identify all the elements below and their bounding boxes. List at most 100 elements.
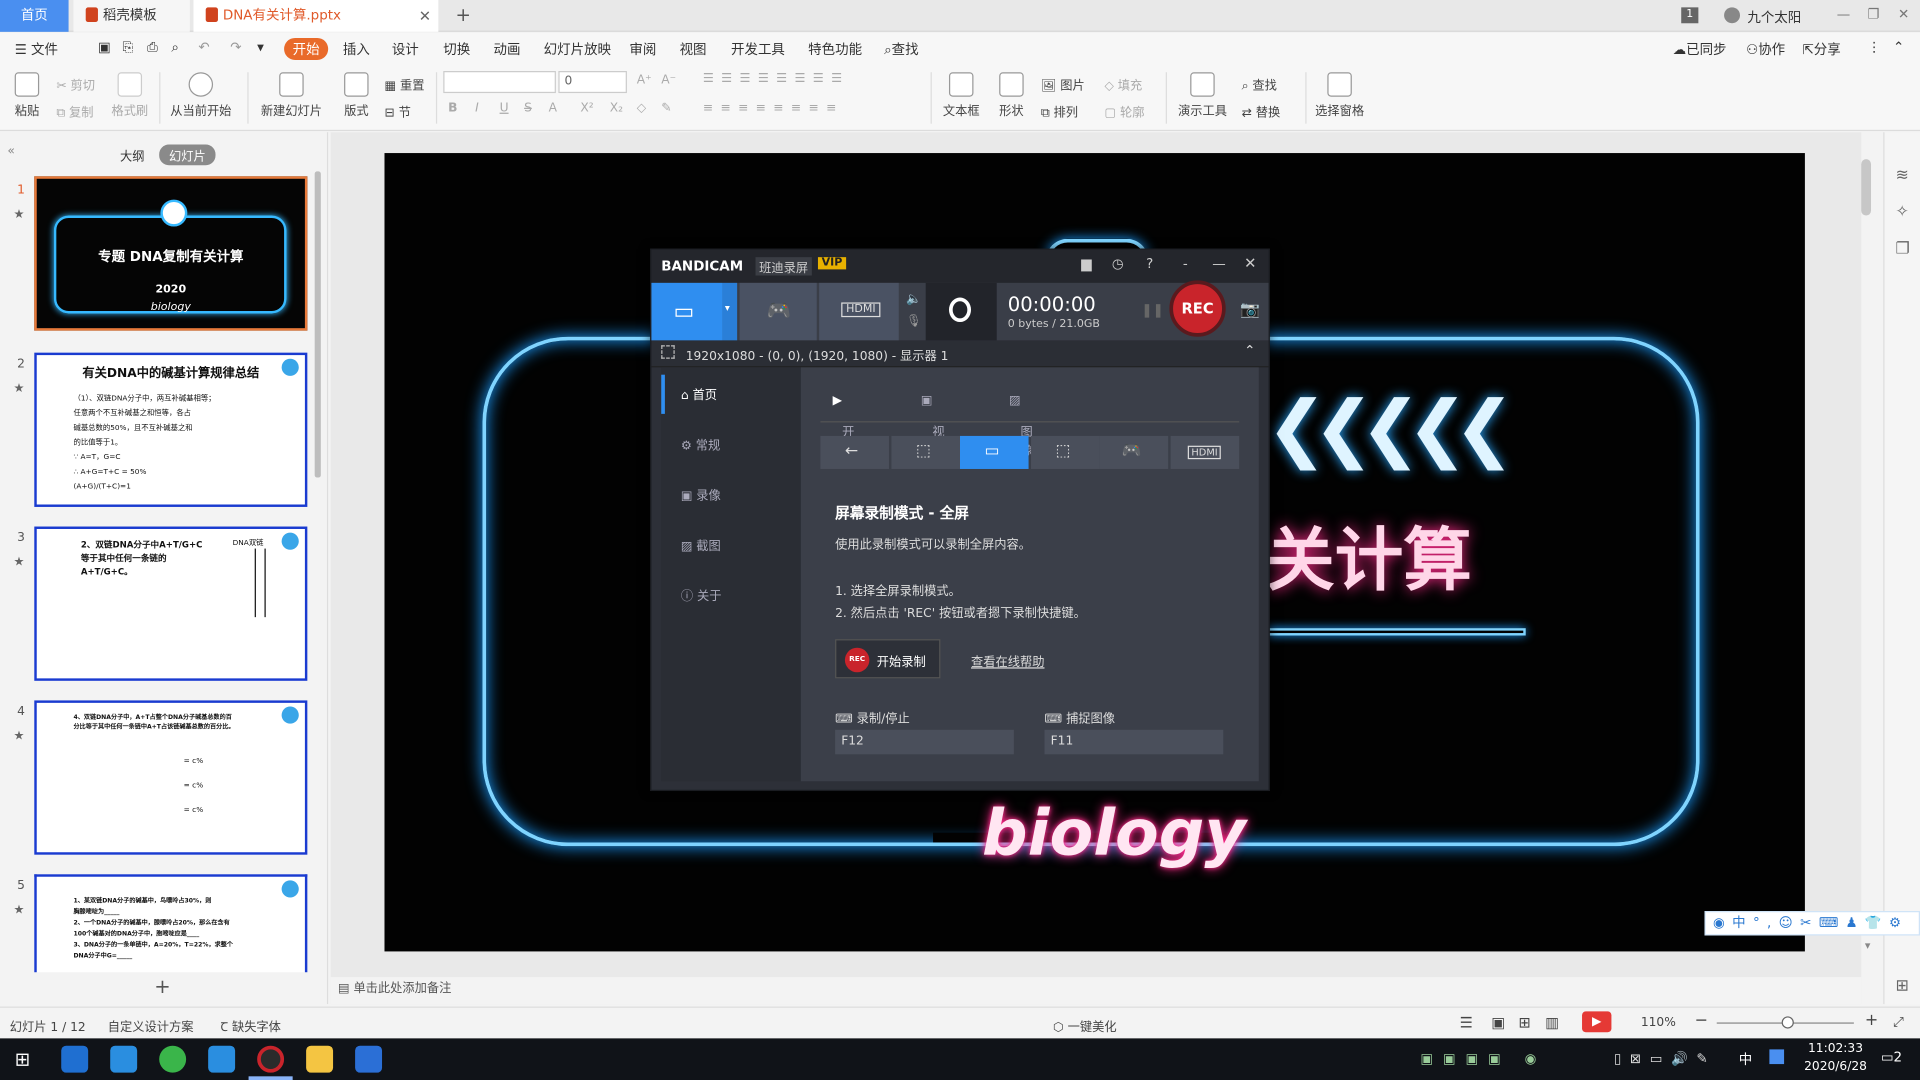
menu-review[interactable]: 审阅 xyxy=(629,39,656,59)
collab-button[interactable]: ⚇协作 xyxy=(1746,39,1785,59)
from-current-button[interactable]: 从当前开始 xyxy=(167,72,236,119)
menu-dash-icon[interactable]: - xyxy=(1183,256,1188,272)
slide-thumbnail-5[interactable]: 1、某双链DNA分子的碱基中，鸟嘌呤占30%，则 胸腺嘧啶为_____ 2、一个… xyxy=(34,874,308,973)
menu-home[interactable]: 开始 xyxy=(284,37,329,60)
redo-icon[interactable]: ↷ xyxy=(230,39,241,55)
rect-area-mode-button[interactable]: ⬚ xyxy=(891,435,960,469)
help-icon[interactable]: ? xyxy=(1146,256,1153,272)
collapse-ribbon-icon[interactable]: ⌃ xyxy=(1893,39,1904,55)
window-count-badge[interactable]: 1 xyxy=(1681,7,1699,24)
slide-thumbnail-4[interactable]: 4、双链DNA分子中，A+T占整个DNA分子碱基总数的百 分比等于其中任何一条链… xyxy=(34,700,308,855)
play-slideshow-button[interactable]: ▶ xyxy=(1582,1011,1612,1033)
picture-button[interactable]: 🖼 图片 xyxy=(1041,75,1085,93)
zoom-in-icon[interactable]: + xyxy=(1865,1011,1878,1029)
speaker-icon[interactable]: 🔈 xyxy=(906,293,921,306)
italic-icon[interactable]: I xyxy=(475,102,479,115)
camera-icon[interactable]: 📷 xyxy=(1240,301,1260,319)
add-slide-button[interactable]: + xyxy=(154,975,170,998)
customize-qat-icon[interactable]: ▾ xyxy=(257,39,264,55)
zoom-level[interactable]: 110% xyxy=(1641,1016,1676,1029)
bandicam-taskbar-icon[interactable] xyxy=(257,1045,285,1073)
beautify-button[interactable]: ⬡ 一键美化 xyxy=(1053,1016,1117,1034)
close-window-icon[interactable]: ✕ xyxy=(1898,6,1909,22)
arrange-button[interactable]: ⧉ 排列 xyxy=(1041,102,1078,120)
browser-icon[interactable] xyxy=(159,1045,187,1073)
fullscreen-mode-button[interactable]: ▭ xyxy=(960,435,1029,469)
paragraph-list-icons[interactable]: ☰☰☰☰☰☰☰☰ xyxy=(703,72,850,85)
tab-docer-templates[interactable]: 稻壳模板 xyxy=(73,0,190,32)
ime-mode-icon[interactable] xyxy=(1769,1049,1785,1065)
clock-date[interactable]: 2020/6/28 xyxy=(1799,1060,1872,1073)
properties-icon[interactable]: ≋ xyxy=(1896,167,1909,185)
superscript-icon[interactable]: X² xyxy=(580,102,593,115)
menu-view[interactable]: 视图 xyxy=(680,39,707,59)
pane-scrollbar[interactable] xyxy=(314,171,321,478)
edge-icon[interactable] xyxy=(61,1045,89,1073)
font-size-field[interactable]: 0 xyxy=(558,71,627,94)
menu-insert[interactable]: 插入 xyxy=(343,39,370,59)
reset-button[interactable]: ▦ 重置 xyxy=(384,75,424,93)
start-recording-button[interactable]: REC 开始录制 xyxy=(835,639,941,679)
layers-icon[interactable]: ❐ xyxy=(1896,240,1910,258)
zoom-out-icon[interactable]: − xyxy=(1695,1011,1708,1029)
sorter-view-icon[interactable]: ⊞ xyxy=(1518,1014,1530,1031)
pause-icon[interactable]: ❚❚ xyxy=(1141,302,1164,318)
ie-icon-2[interactable] xyxy=(208,1045,236,1073)
new-tab-button[interactable]: + xyxy=(456,4,471,26)
slide-thumbnail-3[interactable]: 2、双链DNA分子中A+T/G+C 等于其中任何一条链的 A+T/G+C。 DN… xyxy=(34,526,308,681)
outline-button[interactable]: ▢ 轮廓 xyxy=(1104,102,1144,120)
menu-special[interactable]: 特色功能 xyxy=(808,39,862,59)
clock-time[interactable]: 11:02:33 xyxy=(1805,1042,1866,1055)
cut-button[interactable]: ✂ 剪切 xyxy=(56,75,95,93)
shrink-font-icon[interactable]: A⁻ xyxy=(661,73,676,86)
menu-design[interactable]: 设计 xyxy=(392,39,419,59)
menu-slideshow[interactable]: 幻灯片放映 xyxy=(544,39,611,59)
slide-thumbnail-2[interactable]: 有关DNA中的碱基计算规律总结 （1）、双链DNA分子中，两互补碱基相等； 任意… xyxy=(34,352,308,507)
bandicam-titlebar[interactable]: BANDICAM 班迪录屏 VIP ▆ ◷ ? - — ✕ xyxy=(651,249,1269,283)
normal-view-icon[interactable]: ▣ xyxy=(1491,1014,1505,1031)
tab-start[interactable]: ▶ 开始 xyxy=(833,394,855,458)
scroll-down-icon[interactable]: ▾ xyxy=(1865,940,1871,952)
export-icon[interactable]: ⎘ xyxy=(122,39,133,56)
user-name[interactable]: 九个太阳 xyxy=(1747,7,1801,27)
font-name-field[interactable] xyxy=(443,71,556,94)
file-explorer-icon[interactable] xyxy=(306,1045,334,1073)
grow-font-icon[interactable]: A⁺ xyxy=(637,73,652,86)
system-tray-icons[interactable]: ▯⊠▭🔊✎ xyxy=(1614,1051,1716,1067)
mode-dropdown[interactable]: ▾ xyxy=(722,282,738,341)
subscript-icon[interactable]: X₂ xyxy=(610,102,623,115)
underline-icon[interactable]: U xyxy=(500,102,509,115)
fit-window-icon[interactable]: ⤢ xyxy=(1893,1014,1904,1031)
minimize-icon[interactable]: — xyxy=(1212,256,1225,272)
new-slide-button[interactable]: 新建幻灯片 xyxy=(255,72,328,119)
tab-image[interactable]: ▨ 图像 xyxy=(1009,394,1033,458)
windows-start-icon[interactable]: ⊞ xyxy=(15,1048,30,1070)
grid-icon[interactable]: ⊞ xyxy=(1896,977,1909,995)
sync-status[interactable]: ☁已同步 xyxy=(1673,39,1727,59)
section-button[interactable]: ⊟ 节 xyxy=(384,102,410,120)
strikethrough-icon[interactable]: S xyxy=(524,102,532,115)
hotkey-record-field[interactable]: F12 xyxy=(835,729,1014,755)
game-mode-tab[interactable]: 🎮 xyxy=(1099,435,1169,469)
tab-slides[interactable]: 幻灯片 xyxy=(159,144,216,166)
print-icon[interactable]: ⎙ xyxy=(147,39,158,56)
clear-format-icon[interactable]: ◇ xyxy=(637,102,646,115)
find-button[interactable]: ⌕ 查找 xyxy=(1242,75,1277,93)
theme-name[interactable]: 自定义设计方案 xyxy=(108,1016,194,1034)
ime-toolbar[interactable]: ◉中°,☺✂⌨♟👕⚙ xyxy=(1704,911,1920,936)
hdmi-mode-tab[interactable]: HDMI xyxy=(1170,435,1240,469)
game-mode-button[interactable]: 🎮 xyxy=(739,282,817,341)
notes-area[interactable]: ▤ 单击此处添加备注 xyxy=(330,977,1862,1005)
collapse-pane-icon[interactable]: « xyxy=(7,144,15,157)
minimize-icon[interactable]: — xyxy=(1837,6,1850,22)
nav-about[interactable]: ⓘ 关于 xyxy=(681,585,722,603)
ie-icon[interactable] xyxy=(110,1045,138,1073)
mouse-area-mode-button[interactable]: ⬚ xyxy=(1031,435,1100,469)
missing-font[interactable]: Ꞇ 缺失字体 xyxy=(220,1016,281,1034)
timer-icon[interactable]: ◷ xyxy=(1112,256,1124,272)
highlight-icon[interactable]: ✎ xyxy=(661,102,671,115)
menu-file[interactable]: ☰ 文件 xyxy=(15,39,58,59)
notes-toggle-icon[interactable]: ☰ xyxy=(1460,1014,1473,1031)
tab-outline[interactable]: 大纲 xyxy=(120,146,144,164)
tab-document[interactable]: DNA有关计算.pptx ✕ xyxy=(193,0,439,32)
